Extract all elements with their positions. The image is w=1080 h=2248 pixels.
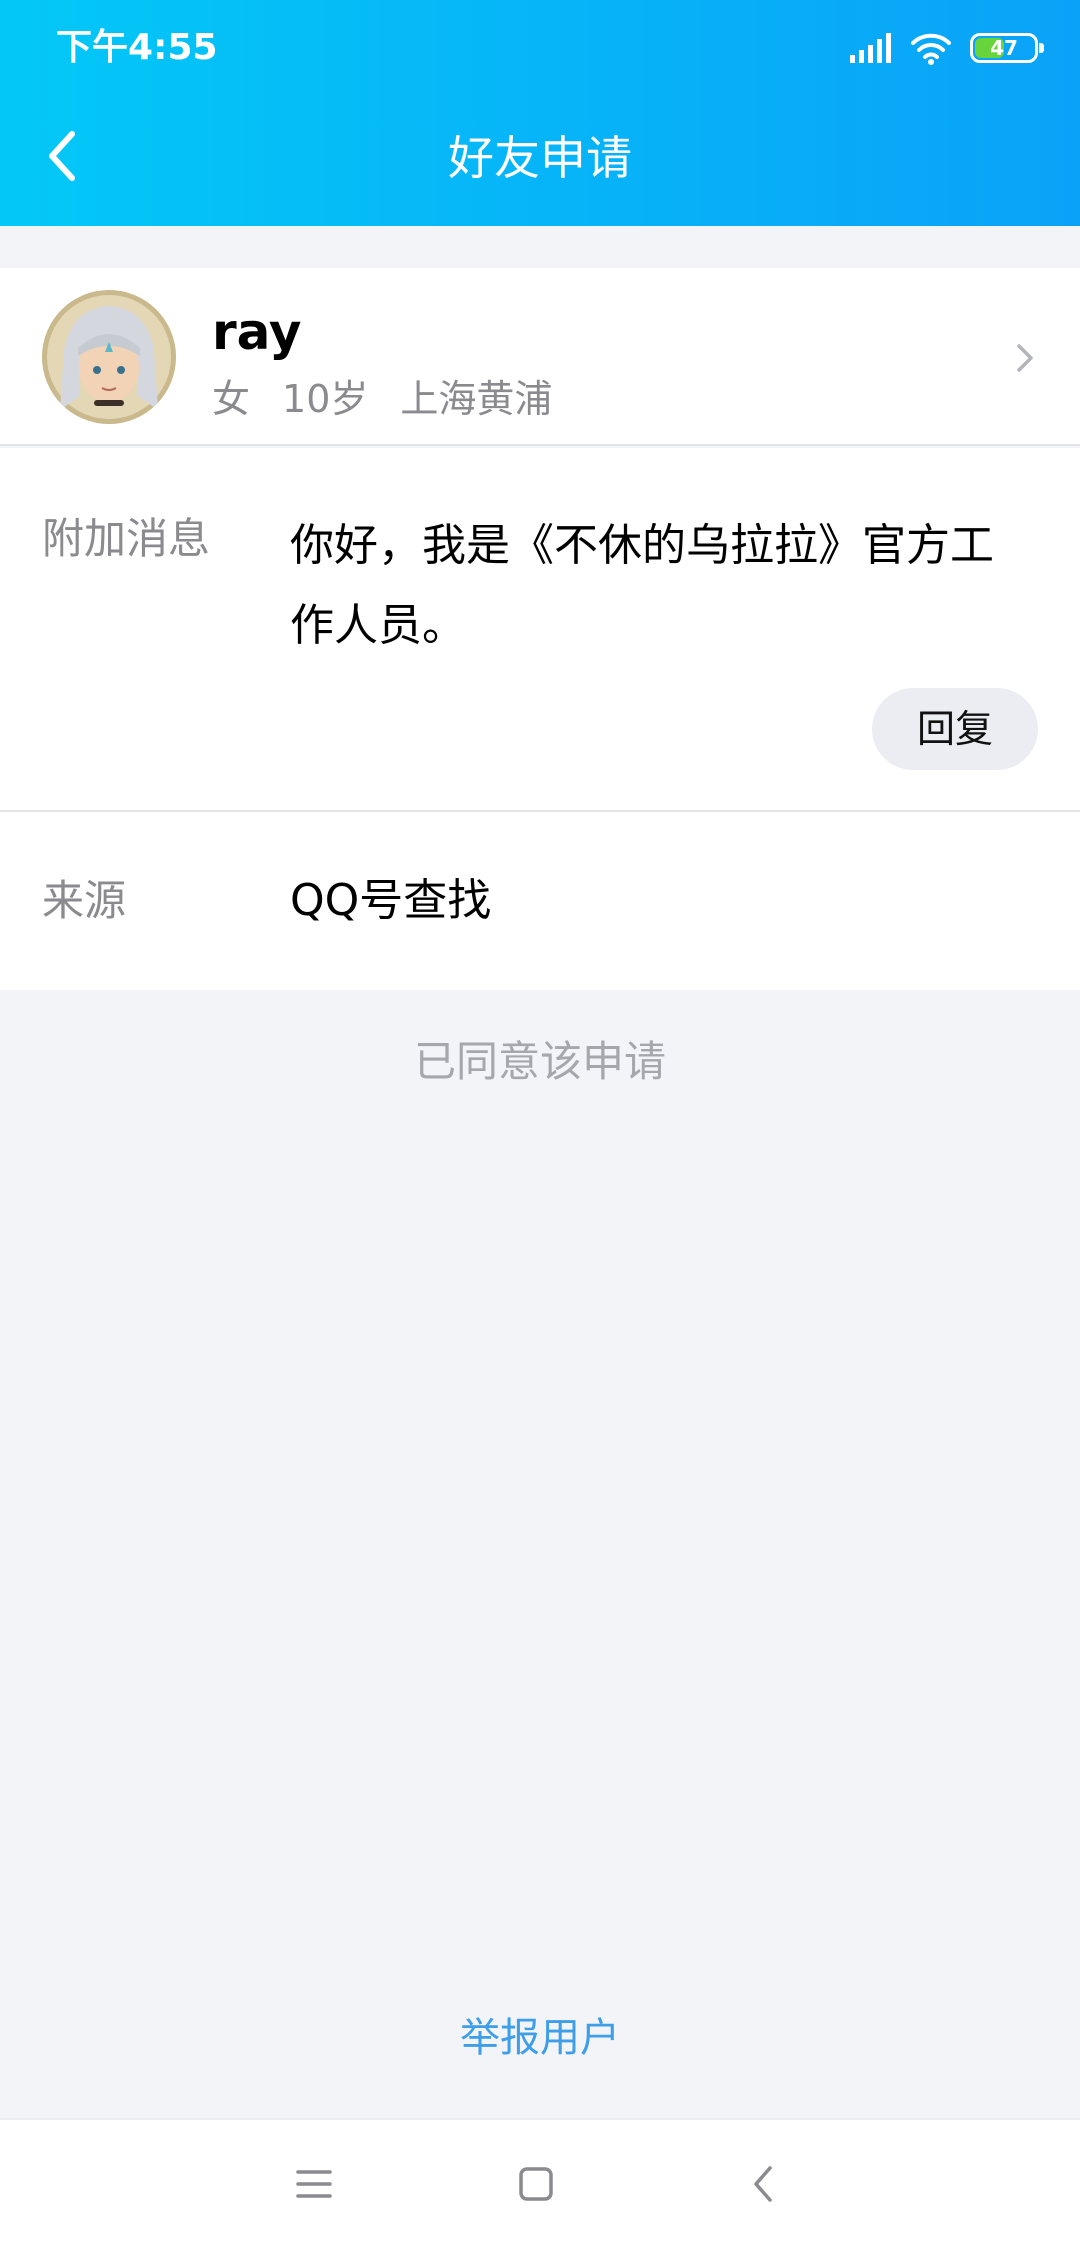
nav-back-icon[interactable] <box>734 2154 794 2214</box>
battery-level: 47 <box>990 36 1018 60</box>
menu-icon[interactable] <box>284 2154 344 2214</box>
system-navbar <box>0 2118 1080 2248</box>
wifi-icon <box>911 33 951 65</box>
status-icons: 47 <box>850 28 1044 68</box>
chevron-right-icon[interactable] <box>1010 336 1040 380</box>
battery-cap <box>1039 43 1044 53</box>
page-title: 好友申请 <box>448 131 632 185</box>
avatar-image <box>42 290 176 424</box>
source-label: 来源 <box>42 876 127 925</box>
source-value: QQ号查找 <box>290 875 492 926</box>
avatar[interactable] <box>42 290 176 424</box>
home-icon[interactable] <box>506 2154 566 2214</box>
username: ray <box>212 303 302 361</box>
request-status: 已同意该申请 <box>413 1037 666 1086</box>
message-label: 附加消息 <box>42 514 211 563</box>
user-gender: 女 <box>212 377 251 421</box>
profile-card[interactable]: ray 女 10岁 上海黄浦 <box>0 268 1080 446</box>
battery-indicator: 47 <box>970 33 1044 63</box>
reply-button[interactable]: 回复 <box>872 688 1038 770</box>
status-time: 下午4:55 <box>56 27 218 68</box>
user-location: 上海黄浦 <box>400 377 553 421</box>
signal-icon <box>850 33 891 63</box>
report-user-link[interactable]: 举报用户 <box>0 2010 1080 2066</box>
user-age: 10岁 <box>282 377 369 421</box>
user-info: 女 10岁 上海黄浦 <box>212 374 584 424</box>
message-text: 你好，我是《不休的乌拉拉》官方工作人员。 <box>290 520 994 651</box>
message-section: 附加消息 你好，我是《不休的乌拉拉》官方工作人员。 回复 <box>0 448 1080 812</box>
app-header: 下午4:55 47 好友申请 <box>0 0 1080 226</box>
source-section: 来源 QQ号查找 <box>0 812 1080 990</box>
